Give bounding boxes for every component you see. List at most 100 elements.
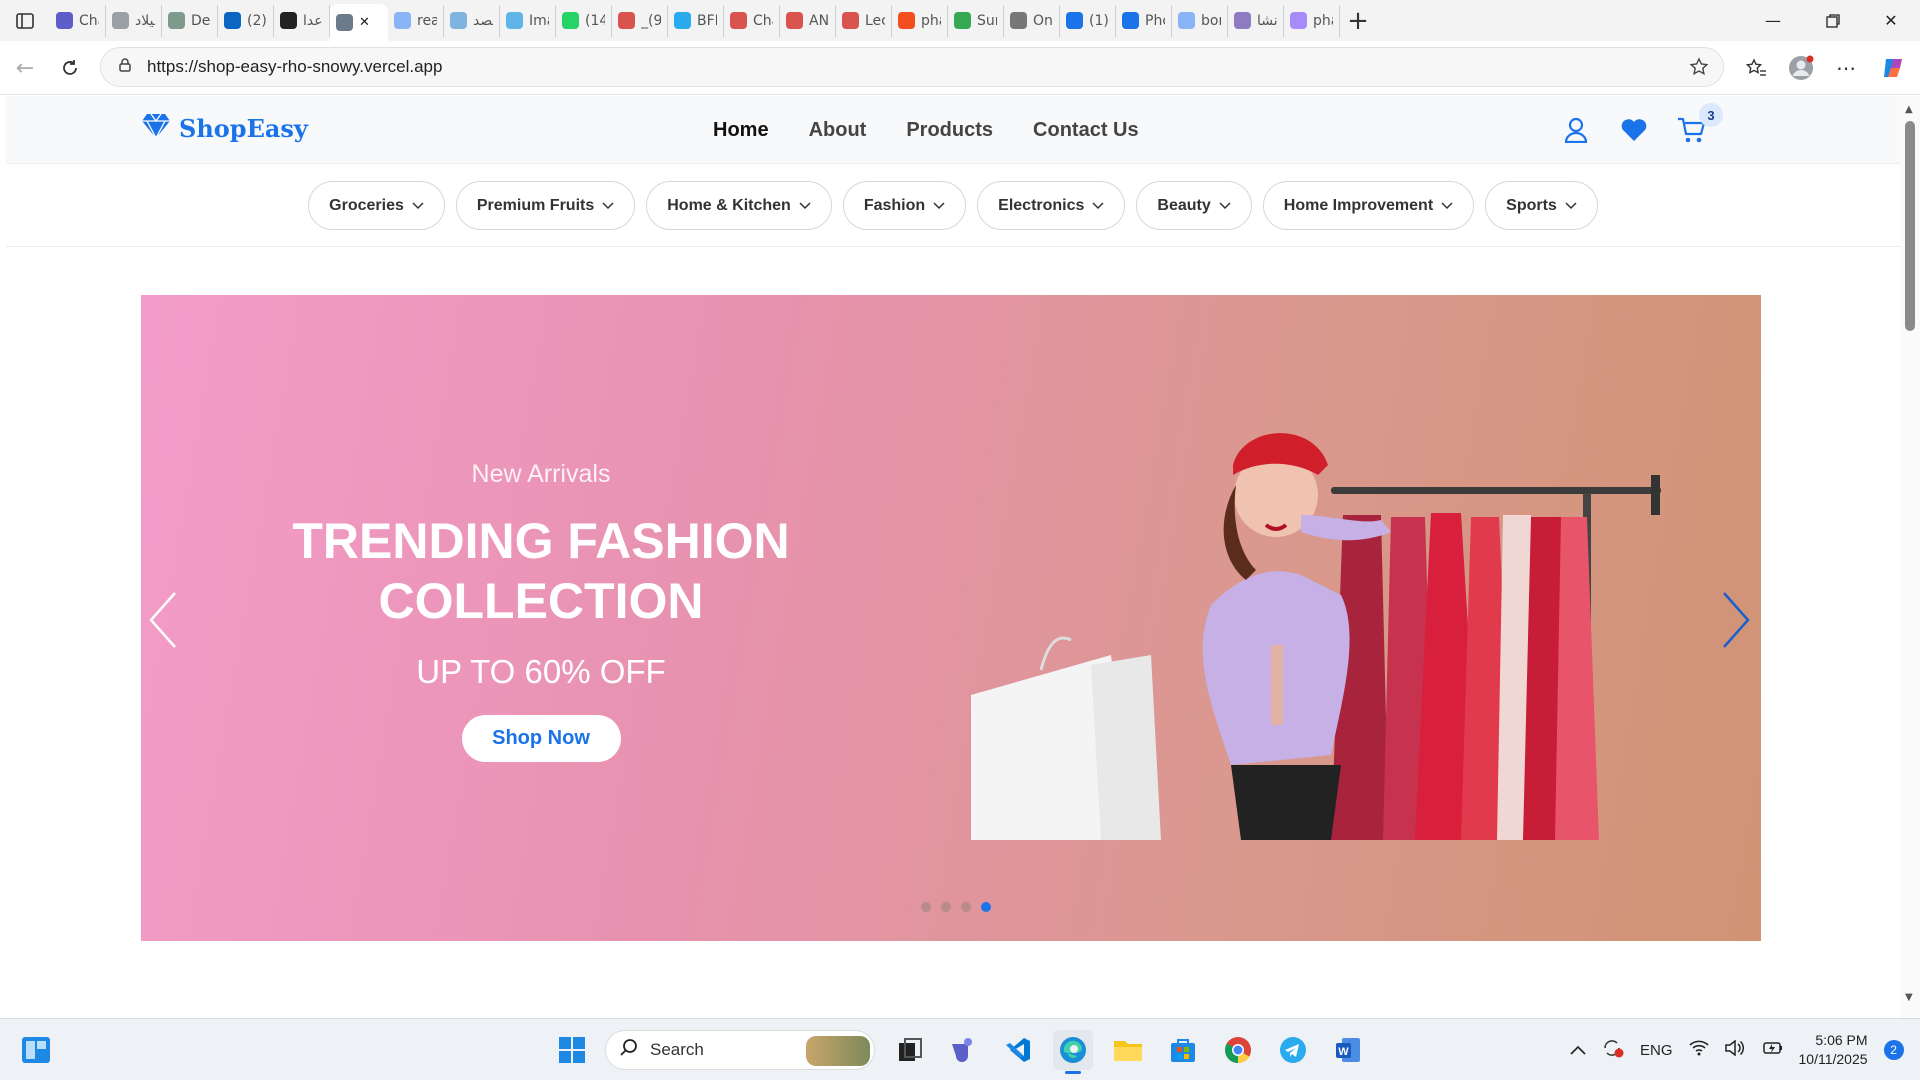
category-groceries[interactable]: Groceries <box>308 181 445 230</box>
notification-badge[interactable]: 2 <box>1883 1040 1904 1060</box>
page-scrollbar[interactable]: ▲ ▼ <box>1900 96 1920 1018</box>
browser-tab[interactable]: AN <box>780 4 836 37</box>
close-tab-icon[interactable]: ✕ <box>359 15 370 30</box>
close-window-button[interactable]: ✕ <box>1862 0 1920 41</box>
tab-title[interactable]: Sun <box>977 13 997 29</box>
browser-tab[interactable]: إنشا <box>1228 4 1284 37</box>
site-logo[interactable]: ShopEasy <box>141 113 308 143</box>
telegram-icon[interactable] <box>1273 1030 1313 1070</box>
tab-title[interactable]: pha <box>921 13 941 29</box>
tab-title[interactable]: Onl <box>1033 13 1053 29</box>
tab-title[interactable]: (2) F <box>247 13 267 29</box>
favorite-star-icon[interactable] <box>1689 57 1709 81</box>
scroll-thumb[interactable] <box>1905 121 1915 331</box>
wishlist-heart-icon[interactable] <box>1619 115 1649 145</box>
browser-tab[interactable]: Lect <box>836 4 892 37</box>
category-beauty[interactable]: Beauty <box>1136 181 1252 230</box>
category-sports[interactable]: Sports <box>1485 181 1598 230</box>
tab-title[interactable]: BFF <box>697 13 717 29</box>
tab-title[interactable]: bor <box>1201 13 1221 29</box>
category-premium-fruits[interactable]: Premium Fruits <box>455 181 636 230</box>
carousel-dot[interactable] <box>921 902 931 912</box>
browser-tab[interactable]: Sun <box>948 4 1004 37</box>
tab-title[interactable]: إعدا <box>303 13 323 29</box>
tab-title[interactable]: (1) <box>1089 13 1109 29</box>
widgets-icon[interactable] <box>16 1030 56 1070</box>
restore-button[interactable] <box>1804 0 1862 41</box>
carousel-dot[interactable] <box>941 902 951 912</box>
nav-home[interactable]: Home <box>713 119 769 142</box>
wifi-icon[interactable] <box>1688 1040 1709 1060</box>
back-button[interactable]: ← <box>2 45 48 91</box>
browser-tab[interactable]: pha <box>892 4 948 37</box>
reload-button[interactable] <box>47 45 93 91</box>
tab-title[interactable]: AN <box>809 13 829 29</box>
taskbar-search[interactable]: Search <box>605 1030 875 1070</box>
browser-tab[interactable]: Dep <box>162 4 218 37</box>
taskbar-search-label[interactable]: Search <box>650 1040 704 1060</box>
scroll-down-icon[interactable]: ▼ <box>1905 992 1913 1003</box>
tab-title[interactable]: إنشا <box>1257 13 1277 29</box>
edge-browser-icon[interactable] <box>1053 1030 1093 1074</box>
tab-title[interactable]: _(97 <box>641 13 661 29</box>
minimize-button[interactable]: — <box>1744 0 1802 41</box>
url-text[interactable]: https://shop-easy-rho-snowy.vercel.app <box>147 57 442 77</box>
browser-tab[interactable]: (2) F <box>218 4 274 37</box>
carousel-next-arrow[interactable] <box>1714 585 1758 655</box>
browser-tab[interactable]: Cha <box>50 4 106 37</box>
browser-tab[interactable]: إعدا <box>274 4 330 37</box>
category-fashion[interactable]: Fashion <box>842 181 967 230</box>
cart-icon[interactable]: 3 <box>1677 103 1723 145</box>
nav-about[interactable]: About <box>809 119 867 142</box>
browser-tab[interactable]: _(97 <box>612 4 668 37</box>
tab-title[interactable]: reac <box>417 13 437 29</box>
shop-now-button[interactable]: Shop Now <box>461 715 621 762</box>
browser-tab[interactable]: تصد <box>444 4 500 37</box>
new-tab-button[interactable]: + <box>1340 5 1376 37</box>
browser-tab[interactable]: Ima <box>500 4 556 37</box>
browser-tab[interactable]: BFF <box>668 4 724 37</box>
word-icon[interactable]: W <box>1328 1030 1368 1070</box>
workspaces-icon[interactable] <box>0 0 50 41</box>
battery-icon[interactable] <box>1761 1041 1783 1059</box>
browser-tab[interactable]: Onl <box>1004 4 1060 37</box>
copilot-icon[interactable] <box>1870 45 1916 91</box>
carousel-dot[interactable] <box>981 902 991 912</box>
category-home-improvement[interactable]: Home Improvement <box>1262 181 1475 230</box>
tab-title[interactable]: pha <box>1313 13 1333 29</box>
category-home-kitchen[interactable]: Home & Kitchen <box>646 181 832 230</box>
browser-tab[interactable]: (14) <box>556 4 612 37</box>
sync-alert-icon[interactable] <box>1602 1038 1624 1062</box>
tab-title[interactable]: Dep <box>191 13 211 29</box>
site-info-icon[interactable] <box>117 57 133 77</box>
user-icon[interactable] <box>1561 115 1591 145</box>
task-view-icon[interactable] <box>890 1030 930 1070</box>
browser-tab[interactable]: reac <box>388 4 444 37</box>
nav-contact[interactable]: Contact Us <box>1033 119 1139 142</box>
browser-tab[interactable]: bor <box>1172 4 1228 37</box>
carousel-dot[interactable] <box>961 902 971 912</box>
category-electronics[interactable]: Electronics <box>977 181 1126 230</box>
tab-title[interactable]: Pho <box>1145 13 1165 29</box>
browser-tab[interactable]: ✕ <box>330 4 388 41</box>
volume-icon[interactable] <box>1724 1039 1745 1060</box>
tab-title[interactable]: Cha <box>79 13 99 29</box>
vscode-icon[interactable] <box>998 1030 1038 1070</box>
clock[interactable]: 5:06 PM 10/11/2025 <box>1799 1031 1868 1069</box>
url-field[interactable]: https://shop-easy-rho-snowy.vercel.app <box>100 47 1724 87</box>
teams-icon[interactable] <box>942 1030 982 1070</box>
language-indicator[interactable]: ENG <box>1640 1042 1673 1059</box>
tab-title[interactable]: (14) <box>585 13 605 29</box>
carousel-prev-arrow[interactable] <box>141 585 185 655</box>
tab-title[interactable]: ميلاد <box>135 13 155 29</box>
tab-title[interactable]: تصد <box>473 13 493 29</box>
profile-avatar[interactable] <box>1778 45 1824 91</box>
brand-name[interactable]: ShopEasy <box>179 114 308 143</box>
tray-overflow-chevron-icon[interactable] <box>1570 1042 1586 1059</box>
browser-tab[interactable]: (1) <box>1060 4 1116 37</box>
tab-title[interactable]: Cha <box>753 13 773 29</box>
scroll-up-icon[interactable]: ▲ <box>1905 104 1913 115</box>
file-explorer-icon[interactable] <box>1108 1030 1148 1070</box>
favorites-icon[interactable] <box>1733 45 1779 91</box>
windows-start-icon[interactable] <box>552 1030 592 1070</box>
